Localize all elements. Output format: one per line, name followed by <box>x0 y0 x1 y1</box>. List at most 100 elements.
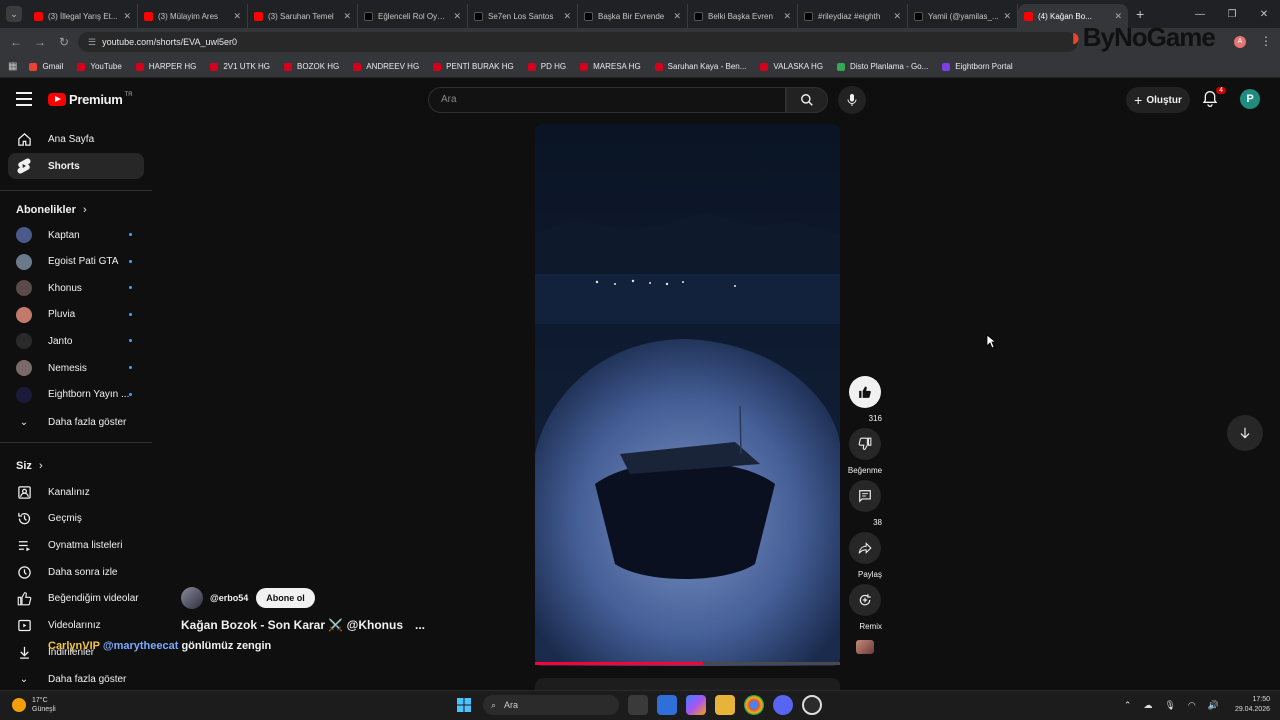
show-more-you[interactable]: ⌄ Daha fazla göster <box>8 666 144 692</box>
hamburger-menu-icon[interactable] <box>16 92 32 106</box>
bookmark-item[interactable]: YouTube <box>77 62 122 71</box>
close-tab-icon[interactable]: ✕ <box>1003 11 1011 22</box>
sidebar-you-item[interactable]: Videolarınız <box>8 613 144 639</box>
profile-avatar[interactable]: A <box>1234 36 1246 48</box>
copilot-icon[interactable] <box>686 695 706 715</box>
site-info-icon[interactable]: ☰ <box>88 37 96 48</box>
sidebar-subscription-item[interactable]: Egoist Pati GTA <box>8 249 144 275</box>
remix-button[interactable] <box>849 584 881 616</box>
channel-handle[interactable]: @erbo54 <box>210 593 248 603</box>
show-more-subscriptions[interactable]: ⌄ Daha fazla göster <box>8 409 144 435</box>
sidebar-you-item[interactable]: Kanalınız <box>8 479 144 505</box>
apps-grid-icon[interactable]: ▦ <box>8 61 17 72</box>
sidebar-item-shorts[interactable]: Shorts <box>8 153 144 179</box>
subscribe-button[interactable]: Abone ol <box>256 588 315 608</box>
tray-chevron-icon[interactable]: ⌃ <box>1124 700 1132 711</box>
more-description-button[interactable]: ... <box>415 618 425 632</box>
bookmark-item[interactable]: 2V1 UTK HG <box>210 62 270 71</box>
browser-tab[interactable]: Se7en Los Santos ✕ <box>468 4 578 28</box>
subscriptions-heading[interactable]: Abonelikler › <box>16 204 87 216</box>
url-bar[interactable]: ☰ youtube.com/shorts/EVA_uwl5er0 <box>78 32 1078 52</box>
minimize-icon[interactable]: — <box>1184 9 1216 20</box>
bookmark-item[interactable]: Disto Planlama - Go... <box>837 62 928 71</box>
search-input[interactable]: Ara <box>428 87 786 113</box>
sidebar-subscription-item[interactable]: Nemesis <box>8 355 144 381</box>
app-icon[interactable] <box>802 695 822 715</box>
sidebar-you-item[interactable]: Beğendiğim videolar <box>8 586 144 612</box>
shorts-video-player[interactable] <box>535 124 840 666</box>
back-icon[interactable]: ← <box>4 35 28 49</box>
browser-tab[interactable]: (3) Saruhan Temel ✕ <box>248 4 358 28</box>
close-tab-icon[interactable]: ✕ <box>563 11 571 22</box>
like-button[interactable] <box>849 376 881 408</box>
microphone-icon[interactable]: 🎙 <box>1164 700 1175 711</box>
bookmark-item[interactable]: Gmail <box>29 62 63 71</box>
share-button[interactable] <box>849 532 881 564</box>
bookmark-item[interactable]: HARPER HG <box>135 62 196 71</box>
new-tab-icon[interactable]: + <box>1136 6 1144 22</box>
bookmark-item[interactable]: BOZOK HG <box>284 62 339 71</box>
close-tab-icon[interactable]: ✕ <box>893 11 901 22</box>
maximize-icon[interactable]: ❐ <box>1216 9 1248 20</box>
sidebar-subscription-item[interactable]: Pluvia <box>8 302 144 328</box>
onedrive-icon[interactable]: ☁ <box>1143 700 1152 711</box>
browser-tab[interactable]: Belki Başka Evren ✕ <box>688 4 798 28</box>
sidebar-subscription-item[interactable]: Eightborn Yayın ... <box>8 382 144 408</box>
taskbar-search[interactable]: ⌕ Ara <box>483 695 619 715</box>
browser-menu-icon[interactable]: ⋮ <box>1260 34 1272 48</box>
youtube-premium-logo[interactable]: Premium TR <box>48 92 133 107</box>
windows-start-icon[interactable] <box>454 695 474 715</box>
close-tab-icon[interactable]: ✕ <box>123 11 131 22</box>
discord-icon[interactable] <box>773 695 793 715</box>
notifications-button[interactable]: 4 <box>1202 87 1226 110</box>
bookmark-item[interactable]: Saruhan Kaya - Ben... <box>654 62 746 71</box>
video-progress-bar[interactable] <box>535 662 840 665</box>
comments-button[interactable] <box>849 480 881 512</box>
reload-icon[interactable]: ↻ <box>52 35 76 49</box>
task-view-icon[interactable] <box>628 695 648 715</box>
browser-tab[interactable]: (3) Mülayim Ares ✕ <box>138 4 248 28</box>
sidebar-you-item[interactable]: Daha sonra izle <box>8 559 144 585</box>
browser-tab[interactable]: Yamii (@yamilas_... ✕ <box>908 4 1018 28</box>
tab-search-icon[interactable]: ⌄ <box>6 6 22 22</box>
sidebar-subscription-item[interactable]: Khonus <box>8 275 144 301</box>
bookmark-item[interactable]: VALASKA HG <box>760 62 823 71</box>
sidebar-you-item[interactable]: Oynatma listeleri <box>8 532 144 558</box>
short-title[interactable]: Kağan Bozok - Son Karar ⚔️ @Khonus... <box>181 618 425 632</box>
sidebar-you-item[interactable]: Geçmiş <box>8 506 144 532</box>
chrome-icon[interactable] <box>744 695 764 715</box>
file-explorer-icon[interactable] <box>715 695 735 715</box>
caption-user-1[interactable]: CarlynVIP <box>48 640 100 652</box>
you-heading[interactable]: Siz › <box>16 460 43 472</box>
browser-tab[interactable]: #rileydiaz #eighth ✕ <box>798 4 908 28</box>
next-short-preview[interactable] <box>535 678 840 690</box>
account-avatar[interactable]: P <box>1240 89 1260 109</box>
browser-tab[interactable]: Eğlenceli Rol Oyun... ✕ <box>358 4 468 28</box>
volume-icon[interactable]: 🔊 <box>1208 700 1219 711</box>
close-tab-icon[interactable]: ✕ <box>783 11 791 22</box>
browser-tab[interactable]: (3) İllegal Yarış Et... ✕ <box>28 4 138 28</box>
browser-tab[interactable]: Başka Bir Evrende ✕ <box>578 4 688 28</box>
sound-thumbnail[interactable] <box>856 640 874 654</box>
sidebar-item-home[interactable]: Ana Sayfa <box>8 126 144 152</box>
close-window-icon[interactable]: ✕ <box>1248 9 1280 20</box>
wifi-icon[interactable]: ◠ <box>1188 700 1196 711</box>
bookmark-item[interactable]: Eightborn Portal <box>942 62 1013 71</box>
bookmark-item[interactable]: ANDREEV HG <box>353 62 419 71</box>
dislike-button[interactable] <box>849 428 881 460</box>
forward-icon[interactable]: → <box>28 35 52 49</box>
store-icon[interactable] <box>657 695 677 715</box>
close-tab-icon[interactable]: ✕ <box>453 11 461 22</box>
sidebar-subscription-item[interactable]: Janto <box>8 328 144 354</box>
clock[interactable]: 17:50 29.04.2026 <box>1235 695 1270 715</box>
bookmark-item[interactable]: PENTİ BURAK HG <box>433 62 514 71</box>
close-tab-icon[interactable]: ✕ <box>1114 11 1122 22</box>
close-tab-icon[interactable]: ✕ <box>233 11 241 22</box>
create-button[interactable]: + Oluştur <box>1126 87 1190 113</box>
close-tab-icon[interactable]: ✕ <box>343 11 351 22</box>
weather-widget[interactable]: 17°C Güneşli <box>12 696 56 714</box>
caption-user-2[interactable]: @marytheecat <box>103 640 179 652</box>
search-button[interactable] <box>786 87 828 113</box>
close-tab-icon[interactable]: ✕ <box>673 11 681 22</box>
next-short-button[interactable] <box>1227 415 1263 451</box>
